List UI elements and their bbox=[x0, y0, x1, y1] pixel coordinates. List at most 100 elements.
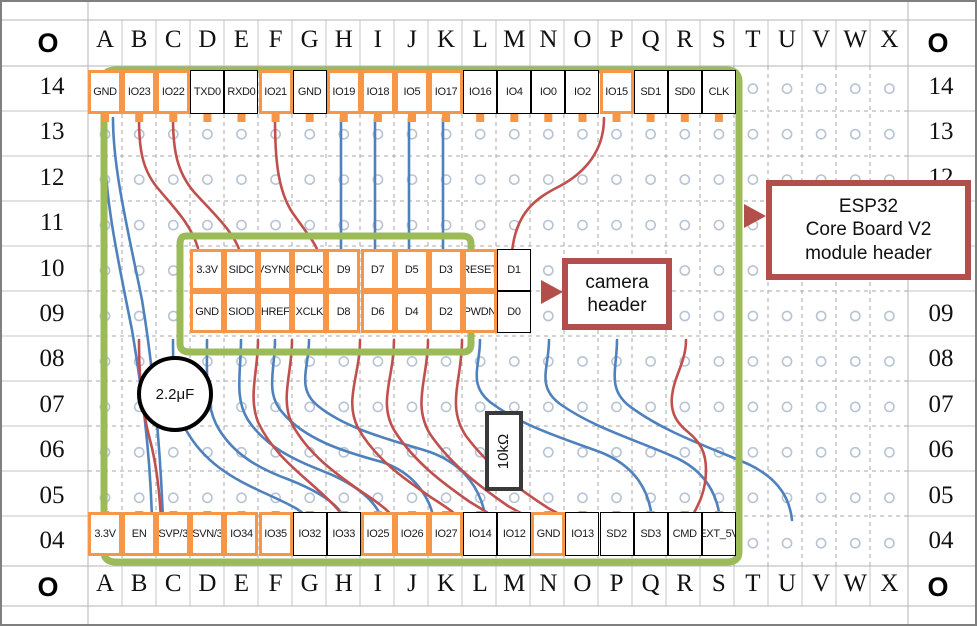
pin-label: IO33 bbox=[332, 528, 356, 540]
esp32-pin-top-io18-I[interactable]: IO18 bbox=[360, 70, 395, 114]
esp32-pin-top-io21-F[interactable]: IO21 bbox=[258, 70, 293, 114]
esp32-pin-top-io15-P[interactable]: IO15 bbox=[599, 70, 634, 114]
esp32-pin-top-io2-O[interactable]: IO2 bbox=[565, 70, 600, 114]
esp32-pin-bottom-cmd-R[interactable]: CMD bbox=[667, 512, 702, 556]
esp32-pin-bottom-ext5v-S[interactable]: EXT_5V bbox=[701, 512, 736, 556]
esp32-pin-bottom-sd2-P[interactable]: SD2 bbox=[599, 512, 634, 556]
esp32-pin-bottom-io14-L[interactable]: IO14 bbox=[463, 512, 498, 556]
column-label-bottom-S: S bbox=[711, 570, 726, 597]
esp32-pin-top-sd1-Q[interactable]: SD1 bbox=[633, 70, 668, 114]
pin-label: VSYNC bbox=[258, 264, 293, 276]
pin-label: IO23 bbox=[127, 86, 151, 98]
esp32-pin-top-clk-S[interactable]: CLK bbox=[701, 70, 736, 114]
camera-pin-bottom-d0[interactable]: D0 bbox=[496, 291, 531, 333]
esp32-pin-top-io17-K[interactable]: IO17 bbox=[429, 70, 464, 114]
esp32-pin-bottom-io34-E[interactable]: IO34 bbox=[224, 512, 259, 556]
pin-label: SVN/3 bbox=[192, 528, 223, 540]
esp32-pin-top-rxd0-E[interactable]: RXD0 bbox=[224, 70, 259, 114]
esp32-pin-bottom-svn3-D[interactable]: SVN/3 bbox=[190, 512, 225, 556]
camera-pin-bottom-d6[interactable]: D6 bbox=[360, 291, 395, 333]
camera-pin-top-33v[interactable]: 3.3V bbox=[190, 249, 225, 291]
column-label-bottom-C: C bbox=[164, 570, 182, 597]
esp32-pin-top-io22-C[interactable]: IO22 bbox=[156, 70, 191, 114]
esp32-pin-top-io23-B[interactable]: IO23 bbox=[122, 70, 157, 114]
camera-pin-top-d9[interactable]: D9 bbox=[326, 249, 361, 291]
esp32-pin-bottom-io12-M[interactable]: IO12 bbox=[497, 512, 532, 556]
capacitor-value: 2.2μF bbox=[155, 385, 195, 403]
column-label-bottom-O: O bbox=[573, 570, 592, 597]
column-label-bottom-H: H bbox=[334, 570, 353, 597]
column-label-top-M: M bbox=[503, 26, 526, 53]
row-label-left-11: 11 bbox=[39, 209, 65, 236]
esp32-pin-top-io16-L[interactable]: IO16 bbox=[463, 70, 498, 114]
camera-pin-bottom-gnd[interactable]: GND bbox=[190, 291, 225, 333]
esp32-pin-bottom-en-B[interactable]: EN bbox=[122, 512, 157, 556]
camera-pin-top-d3[interactable]: D3 bbox=[428, 249, 463, 291]
pin-label: IO26 bbox=[400, 528, 424, 540]
camera-pin-bottom-siod[interactable]: SIOD bbox=[224, 291, 259, 333]
column-label-top-B: B bbox=[130, 26, 148, 53]
esp32-pin-bottom-io35-F[interactable]: IO35 bbox=[258, 512, 293, 556]
pin-label: D7 bbox=[370, 264, 385, 276]
pin-label: GND bbox=[297, 86, 322, 98]
pin-label: GND bbox=[195, 306, 219, 318]
esp32-pin-bottom-io26-J[interactable]: IO26 bbox=[394, 512, 429, 556]
camera-pin-top-d5[interactable]: D5 bbox=[394, 249, 429, 291]
camera-pin-bottom-href[interactable]: HREF bbox=[258, 291, 293, 333]
esp32-pin-top-txd0-D[interactable]: TXD0 bbox=[190, 70, 225, 114]
pin-label: IO16 bbox=[468, 86, 492, 98]
pin-label: SVP/3 bbox=[158, 528, 189, 540]
camera-pin-top-pclk[interactable]: PCLK bbox=[292, 249, 327, 291]
column-label-top-G: G bbox=[300, 26, 319, 53]
pin-label: IO12 bbox=[502, 528, 526, 540]
pin-label: SD1 bbox=[640, 86, 661, 98]
camera-pin-top-d7[interactable]: D7 bbox=[360, 249, 395, 291]
esp32-pin-bottom-gnd-N[interactable]: GND bbox=[531, 512, 566, 556]
esp32-pin-bottom-33v-A[interactable]: 3.3V bbox=[88, 512, 123, 556]
pin-label: D6 bbox=[370, 306, 385, 318]
esp32-pin-bottom-io25-I[interactable]: IO25 bbox=[360, 512, 395, 556]
column-label-top-U: U bbox=[778, 26, 797, 53]
esp32-pin-bottom-svp3-C[interactable]: SVP/3 bbox=[156, 512, 191, 556]
esp32-pin-bottom-io32-G[interactable]: IO32 bbox=[292, 512, 327, 556]
pin-label: D8 bbox=[336, 306, 351, 318]
camera-pin-bottom-xclk[interactable]: XCLK bbox=[292, 291, 327, 333]
column-label-top-D: D bbox=[198, 26, 217, 53]
esp32-pin-top-io19-H[interactable]: IO19 bbox=[326, 70, 361, 114]
camera-pin-bottom-pwdn[interactable]: PWDN bbox=[462, 291, 497, 333]
camera-pin-top-vsync[interactable]: VSYNC bbox=[258, 249, 293, 291]
row-label-right-07: 07 bbox=[928, 391, 954, 418]
esp32-pin-top-io5-J[interactable]: IO5 bbox=[394, 70, 429, 114]
camera-callout-line-1: camera bbox=[585, 271, 649, 293]
esp32-pin-bottom-io27-K[interactable]: IO27 bbox=[429, 512, 464, 556]
camera-pin-top-sidc[interactable]: SIDC bbox=[224, 249, 259, 291]
esp32-pin-bottom-io13-O[interactable]: IO13 bbox=[565, 512, 600, 556]
module-callout-line-3: module header bbox=[805, 242, 932, 264]
esp32-pin-bottom-io33-H[interactable]: IO33 bbox=[326, 512, 361, 556]
pin-label: IO2 bbox=[574, 86, 591, 98]
column-label-bottom-G: G bbox=[300, 570, 319, 597]
pin-label: CMD bbox=[672, 528, 697, 540]
camera-pin-bottom-d2[interactable]: D2 bbox=[428, 291, 463, 333]
column-label-bottom-F: F bbox=[268, 570, 283, 597]
esp32-pin-top-io0-N[interactable]: IO0 bbox=[531, 70, 566, 114]
camera-pin-bottom-d8[interactable]: D8 bbox=[326, 291, 361, 333]
esp32-pin-bottom-sd3-Q[interactable]: SD3 bbox=[633, 512, 668, 556]
row-label-left-04: 04 bbox=[39, 527, 65, 554]
row-label-left-07: 07 bbox=[39, 391, 65, 418]
camera-pin-top-d1[interactable]: D1 bbox=[496, 249, 531, 291]
pin-label: RXD0 bbox=[227, 86, 256, 98]
esp32-pin-top-io4-M[interactable]: IO4 bbox=[497, 70, 532, 114]
esp32-pin-top-gnd-G[interactable]: GND bbox=[292, 70, 327, 114]
pin-label: PWDN bbox=[463, 306, 497, 318]
camera-pin-top-reset[interactable]: RESET bbox=[462, 249, 497, 291]
corner-marker-bottom-right: O bbox=[927, 572, 949, 602]
pin-label: SD3 bbox=[640, 528, 661, 540]
column-label-top-P: P bbox=[609, 26, 624, 53]
column-label-top-T: T bbox=[745, 26, 761, 53]
pin-label: D4 bbox=[404, 306, 419, 318]
camera-pin-bottom-d4[interactable]: D4 bbox=[394, 291, 429, 333]
esp32-pin-top-sd0-R[interactable]: SD0 bbox=[667, 70, 702, 114]
row-label-right-08: 08 bbox=[928, 345, 954, 372]
esp32-pin-top-gnd-A[interactable]: GND bbox=[88, 70, 123, 114]
